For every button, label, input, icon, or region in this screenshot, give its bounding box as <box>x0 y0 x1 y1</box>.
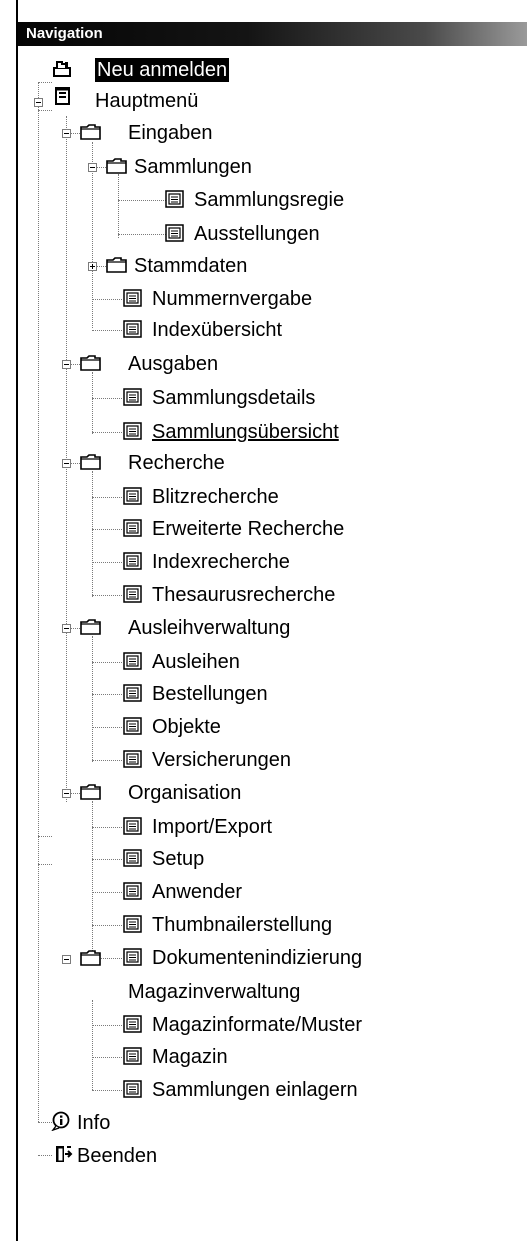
form-icon <box>123 652 142 670</box>
tree-item-bestellungen[interactable]: Bestellungen <box>152 682 268 706</box>
organisation-collapse-toggle[interactable] <box>62 789 71 798</box>
magazinverwaltung-collapse-toggle[interactable] <box>62 955 71 964</box>
menu-document-icon <box>55 87 70 105</box>
form-icon <box>123 585 142 603</box>
form-icon <box>123 915 142 933</box>
folder-icon <box>106 158 127 174</box>
sammlungen-collapse-toggle[interactable] <box>88 163 97 172</box>
tree-item-beenden[interactable]: Beenden <box>77 1144 157 1168</box>
tree-item-sammlungsdetails[interactable]: Sammlungsdetails <box>152 386 315 410</box>
tree-item-anwender[interactable]: Anwender <box>152 880 242 904</box>
tree-item-eingaben[interactable]: Eingaben <box>128 121 213 145</box>
tree-item-sammlungsregie[interactable]: Sammlungsregie <box>194 188 344 212</box>
form-icon <box>123 552 142 570</box>
ausleihverwaltung-collapse-toggle[interactable] <box>62 624 71 633</box>
tree-item-objekte[interactable]: Objekte <box>152 715 221 739</box>
tree-item-erweiterte-recherche[interactable]: Erweiterte Recherche <box>152 517 344 541</box>
folder-icon <box>106 257 127 273</box>
tree-item-thumbnailerstellung[interactable]: Thumbnailerstellung <box>152 913 332 937</box>
tree-item-indexuebersicht[interactable]: Indexübersicht <box>152 318 282 342</box>
form-icon <box>123 1080 142 1098</box>
form-icon <box>123 487 142 505</box>
folder-icon <box>80 355 101 371</box>
form-icon <box>123 817 142 835</box>
tree-item-indexrecherche[interactable]: Indexrecherche <box>152 550 290 574</box>
form-icon <box>123 684 142 702</box>
recherche-collapse-toggle[interactable] <box>62 459 71 468</box>
folder-icon <box>80 454 101 470</box>
form-icon <box>123 422 142 440</box>
tree-item-blitzrecherche[interactable]: Blitzrecherche <box>152 485 279 509</box>
form-icon <box>123 882 142 900</box>
form-icon <box>123 849 142 867</box>
form-icon <box>165 224 184 242</box>
tree-item-import-export[interactable]: Import/Export <box>152 815 272 839</box>
tree-item-thesaurusrecherche[interactable]: Thesaurusrecherche <box>152 583 335 607</box>
tree-item-nummernvergabe[interactable]: Nummernvergabe <box>152 287 312 311</box>
form-icon <box>123 750 142 768</box>
tree-item-recherche[interactable]: Recherche <box>128 451 225 475</box>
tree-item-organisation[interactable]: Organisation <box>128 781 241 805</box>
tree-item-info[interactable]: Info <box>77 1111 110 1135</box>
navigation-panel: Navigation Neu anmelden Hauptmenü Eingab… <box>0 0 527 1241</box>
tree-item-neu-anmelden[interactable]: Neu anmelden <box>95 58 230 82</box>
tree-item-sammlungsuebersicht[interactable]: Sammlungsübersicht <box>152 420 339 444</box>
tree-item-sammlungen[interactable]: Sammlungen <box>134 155 252 179</box>
form-icon <box>123 1015 142 1033</box>
folder-icon <box>80 124 101 140</box>
tree-item-magazinverwaltung[interactable]: Magazinverwaltung <box>128 980 300 1004</box>
eingaben-collapse-toggle[interactable] <box>62 129 71 138</box>
tree-item-stammdaten[interactable]: Stammdaten <box>134 254 247 278</box>
tree-item-sammlungen-einlagern[interactable]: Sammlungen einlagern <box>152 1078 358 1102</box>
info-icon <box>51 1111 70 1131</box>
form-icon <box>123 388 142 406</box>
form-icon <box>123 519 142 537</box>
form-icon <box>123 289 142 307</box>
tree-item-ausgaben[interactable]: Ausgaben <box>128 352 218 376</box>
form-icon <box>123 1047 142 1065</box>
tree-item-ausleihen[interactable]: Ausleihen <box>152 650 240 674</box>
form-icon <box>123 320 142 338</box>
exit-door-icon <box>56 1146 73 1162</box>
stammdaten-expand-toggle[interactable] <box>88 262 97 271</box>
tree-item-ausleihverwaltung[interactable]: Ausleihverwaltung <box>128 616 290 640</box>
tree-item-magazinformate-muster[interactable]: Magazinformate/Muster <box>152 1013 362 1037</box>
folder-icon <box>80 784 101 800</box>
folder-icon <box>80 619 101 635</box>
tree-item-setup[interactable]: Setup <box>152 847 204 871</box>
tree-item-hauptmenu[interactable]: Hauptmenü <box>95 89 198 113</box>
navigation-tree: Neu anmelden Hauptmenü Eingaben Sammlung… <box>0 0 527 1241</box>
tree-item-magazin[interactable]: Magazin <box>152 1045 228 1069</box>
hauptmenu-collapse-toggle[interactable] <box>34 98 43 107</box>
tree-item-ausstellungen[interactable]: Ausstellungen <box>194 222 320 246</box>
folder-icon <box>80 950 101 966</box>
tree-item-dokumentenindizierung[interactable]: Dokumentenindizierung <box>152 946 362 970</box>
login-icon <box>53 61 71 77</box>
tree-item-versicherungen[interactable]: Versicherungen <box>152 748 291 772</box>
form-icon <box>123 717 142 735</box>
form-icon <box>165 190 184 208</box>
ausgaben-collapse-toggle[interactable] <box>62 360 71 369</box>
form-icon <box>123 948 142 966</box>
